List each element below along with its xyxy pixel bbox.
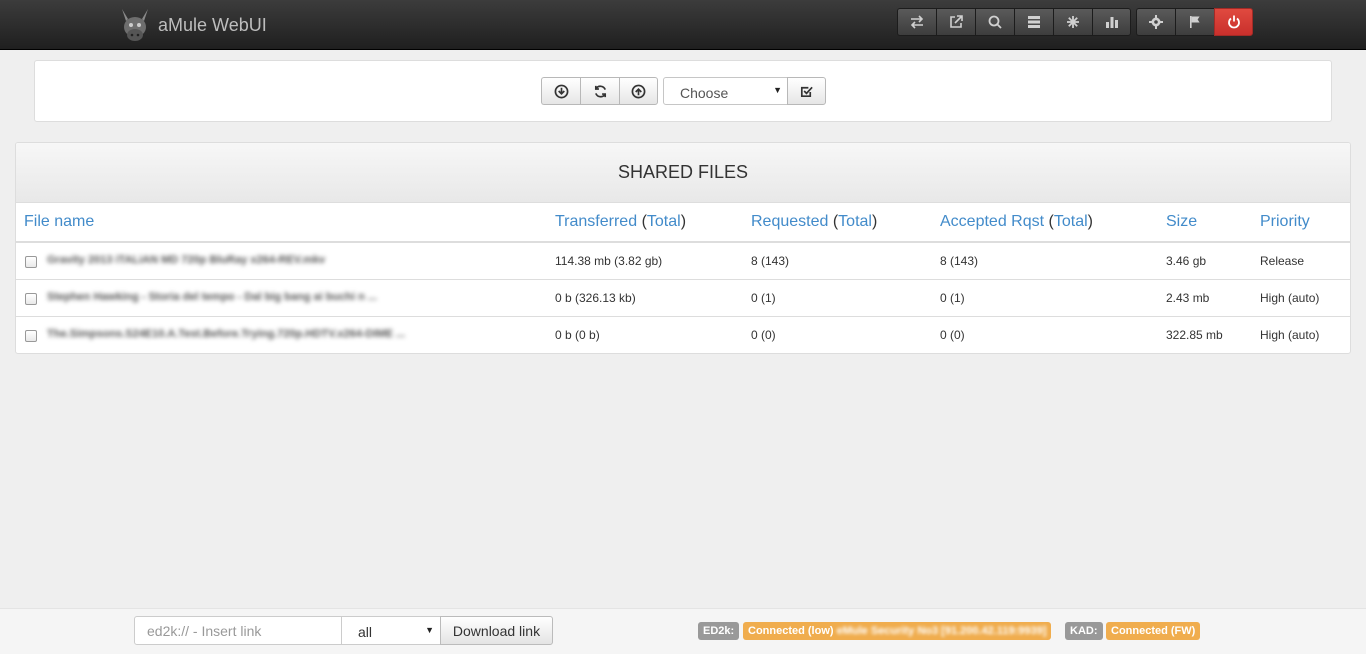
category-select[interactable]: all ▼ [341,616,441,645]
transfers-icon [910,15,924,29]
size-value: 322.85 mb [1166,328,1223,342]
col-accepted-total[interactable]: Total [1054,213,1088,230]
action-select-value: Choose [680,85,729,101]
amule-logo-icon [122,9,148,41]
col-size[interactable]: Size [1166,213,1197,231]
col-transferred-label[interactable]: Transferred [555,213,637,230]
brand[interactable]: aMule WebUI [118,6,267,44]
upload-action-button[interactable] [619,77,658,105]
accepted-value: 0 (0) [940,328,965,342]
requested-value: 8 (143) [751,254,790,268]
ed2k-status-text: Connected (low) [748,625,834,637]
download-action-button[interactable] [541,77,580,105]
table-header: File name Transferred (Total) Requested … [16,203,1350,243]
refresh-button[interactable] [580,77,619,105]
table-row[interactable]: Stephen Hawking - Storia del tempo - Dal… [16,280,1350,317]
col-priority[interactable]: Priority [1260,213,1310,231]
servers-button[interactable] [1014,8,1053,36]
accepted-value: 0 (1) [940,291,965,305]
log-button[interactable] [1175,8,1214,36]
transferred-value: 0 b (326.13 kb) [555,291,636,305]
col-requested: Requested (Total) [751,213,878,230]
row-checkbox[interactable] [25,256,37,268]
table-row[interactable]: Gravity 2013 iTALiAN MD 720p BluRay x264… [16,243,1350,280]
category-select-value: all [358,624,373,640]
col-accepted-label[interactable]: Accepted Rqst [940,213,1044,230]
download-circle-icon [554,84,568,98]
ed2k-status-badge: Connected (low) eMule Security No3 [91.2… [743,622,1052,640]
kad-status-badge: Connected (FW) [1106,622,1201,640]
file-name[interactable]: The.Simpsons.S24E10.A.Test.Before.Trying… [47,328,405,340]
check-square-icon [800,86,813,97]
kad-button[interactable] [1053,8,1092,36]
power-icon [1227,15,1240,29]
file-name[interactable]: Stephen Hawking - Storia del tempo - Dal… [47,291,377,303]
search-button[interactable] [975,8,1014,36]
app-title: aMule WebUI [158,14,267,35]
servers-icon [1028,16,1040,28]
nav-main-group [897,8,1131,36]
nav-system-group [1136,8,1253,36]
size-value: 3.46 gb [1166,254,1207,268]
priority-value: High (auto) [1260,328,1320,342]
kad-icon [1067,16,1079,28]
action-select[interactable]: Choose ▼ [663,77,788,105]
col-requested-label[interactable]: Requested [751,213,828,230]
size-value: 2.43 mb [1166,291,1210,305]
ed2k-label-badge: ED2k: [698,622,740,640]
upload-circle-icon [631,84,646,98]
apply-action-button[interactable] [787,77,826,105]
col-transferred: Transferred (Total) [555,213,687,230]
panel-title: SHARED FILES [16,143,1350,203]
accepted-value: 8 (143) [940,254,979,268]
shared-button[interactable] [936,8,975,36]
settings-button[interactable] [1136,8,1175,36]
row-checkbox[interactable] [25,330,37,342]
caret-down-icon: ▼ [773,85,782,95]
transfers-button[interactable] [897,8,936,36]
refresh-icon [594,84,606,98]
search-icon [988,15,1002,29]
col-accepted: Accepted Rqst (Total) [940,213,1093,230]
col-requested-total[interactable]: Total [838,213,872,230]
caret-down-icon: ▼ [425,625,434,635]
flag-icon [1190,16,1200,28]
status-footer: ed2k:// - Insert link all ▼ Download lin… [0,608,1366,654]
ed2k-link-input[interactable]: ed2k:// - Insert link [134,616,342,645]
priority-value: High (auto) [1260,291,1320,305]
table-row[interactable]: The.Simpsons.S24E10.A.Test.Before.Trying… [16,317,1350,353]
col-file-name[interactable]: File name [24,213,94,231]
file-name[interactable]: Gravity 2013 iTALiAN MD 720p BluRay x264… [47,254,325,266]
stats-button[interactable] [1092,8,1131,36]
kad-label-badge: KAD: [1065,622,1103,640]
settings-icon [1149,15,1163,29]
shared-files-panel: SHARED FILES File name Transferred (Tota… [15,142,1351,354]
action-button-group [541,77,658,105]
stats-icon [1105,17,1118,28]
ed2k-server-text: eMule Security No3 [91.200.42.119:9939] [836,625,1047,637]
requested-value: 0 (1) [751,291,776,305]
download-link-button[interactable]: Download link [440,616,553,645]
col-transferred-total[interactable]: Total [647,213,681,230]
share-icon [950,15,963,28]
row-checkbox[interactable] [25,293,37,305]
actions-toolbar: Choose ▼ [34,60,1332,122]
priority-value: Release [1260,254,1305,268]
requested-value: 0 (0) [751,328,776,342]
transferred-value: 114.38 mb (3.82 gb) [555,254,663,268]
logout-button[interactable] [1214,8,1253,36]
top-navbar: aMule WebUI [0,0,1366,50]
transferred-value: 0 b (0 b) [555,328,600,342]
